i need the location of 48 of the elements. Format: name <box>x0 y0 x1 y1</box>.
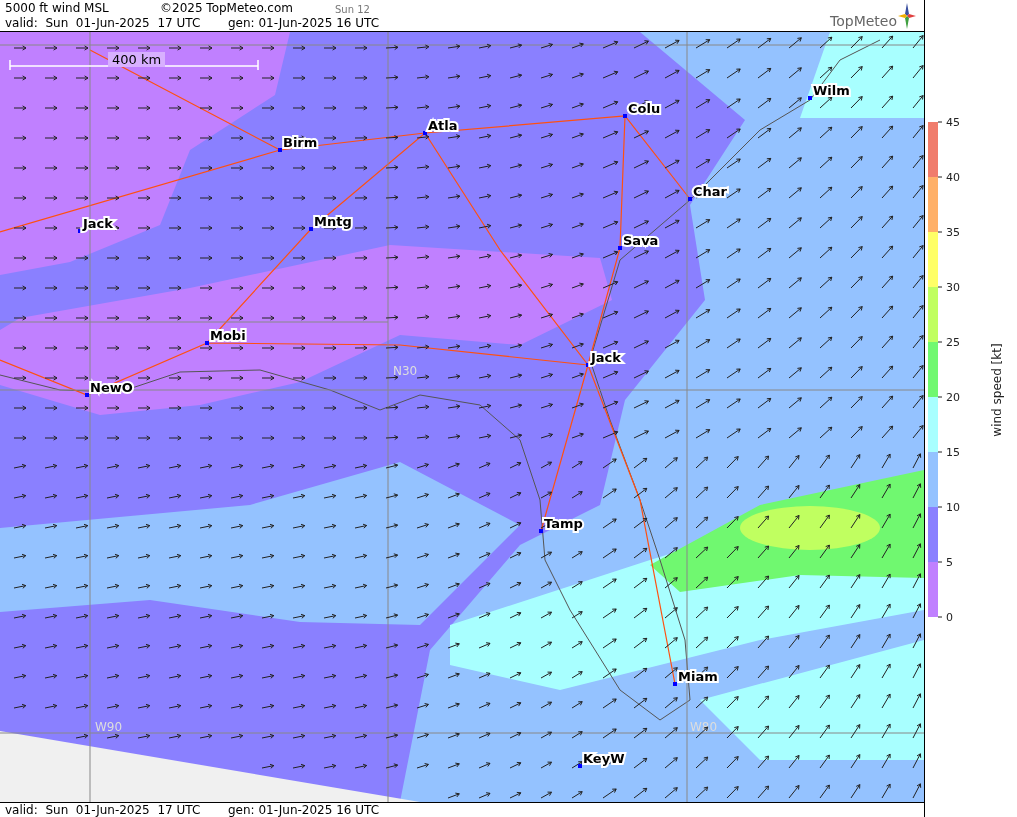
generated-time: gen: 01-Jun-2025 16 UTC <box>228 803 380 817</box>
tick-label: 20 <box>946 391 960 404</box>
city-marker <box>578 764 582 768</box>
city-label: Jack <box>591 350 621 365</box>
city-marker <box>623 114 627 118</box>
tick-label: 0 <box>946 611 953 624</box>
tick-label: 35 <box>946 226 960 239</box>
city-label: Atla <box>428 118 458 133</box>
tick-label: 25 <box>946 336 960 349</box>
run-label: Sun 12 <box>335 3 370 17</box>
city-marker <box>205 341 209 345</box>
compass-star-icon <box>898 3 916 29</box>
city-marker <box>673 682 677 686</box>
map-title: 5000 ft wind MSL <box>5 1 109 15</box>
city-label: Miam <box>678 669 718 684</box>
city-marker <box>423 131 427 135</box>
city-marker <box>85 393 89 397</box>
city-marker <box>539 529 543 533</box>
city-label: KeyW <box>583 751 625 766</box>
city-label: Colu <box>628 101 661 116</box>
city-label: Jack <box>83 216 113 231</box>
city-label: Mobi <box>210 328 246 343</box>
tick-label: 45 <box>946 116 960 129</box>
city-marker <box>688 197 692 201</box>
city-label: Sava <box>623 233 659 248</box>
scale-label: 400 km <box>108 52 166 67</box>
valid-time: valid: Sun 01-Jun-2025 17 UTC <box>5 803 201 817</box>
city-marker <box>309 227 313 231</box>
tick-label: 30 <box>946 281 960 294</box>
city-marker <box>586 363 590 367</box>
grid-label: W80 <box>690 720 718 734</box>
city-label: Birm <box>283 135 318 150</box>
copyright-text: ©2025 TopMeteo.com <box>160 1 293 15</box>
tick-label: 40 <box>946 171 960 184</box>
city-marker <box>618 246 622 250</box>
generated-time: gen: 01-Jun-2025 16 UTC <box>228 16 380 30</box>
valid-time: valid: Sun 01-Jun-2025 17 UTC <box>5 16 201 30</box>
city-marker <box>808 96 812 100</box>
city-marker <box>278 148 282 152</box>
tick-label: 15 <box>946 446 960 459</box>
tick-label: 10 <box>946 501 960 514</box>
logo-text[interactable]: TopMeteo <box>830 13 897 29</box>
grid-label: N30 <box>393 364 418 378</box>
grid-label: W90 <box>95 720 123 734</box>
legend-title: wind speed [kt] <box>990 343 1004 437</box>
city-label: Wilm <box>813 83 850 98</box>
tick-label: 5 <box>946 556 953 569</box>
city-marker <box>78 229 82 233</box>
